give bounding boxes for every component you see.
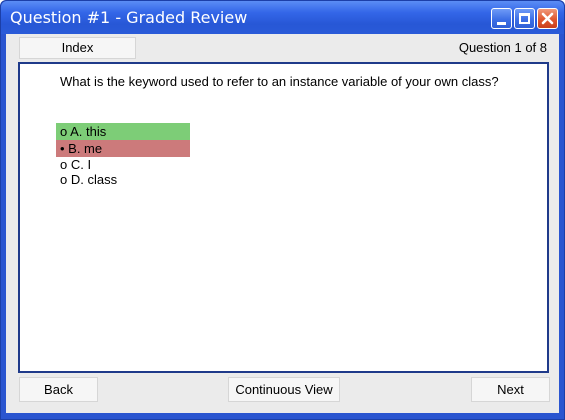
window-title: Question #1 - Graded Review xyxy=(10,8,248,27)
continuous-view-button[interactable]: Continuous View xyxy=(228,377,340,402)
title-bar[interactable]: Question #1 - Graded Review xyxy=(1,1,564,34)
next-button[interactable]: Next xyxy=(471,377,550,402)
client-area: Index Question 1 of 8 What is the keywor… xyxy=(6,34,559,413)
option-d[interactable]: o D. class xyxy=(56,171,190,188)
app-window: Question #1 - Graded Review Index Questi… xyxy=(0,0,565,420)
maximize-icon xyxy=(519,13,530,24)
close-button[interactable] xyxy=(537,8,558,29)
index-tab[interactable]: Index xyxy=(19,37,136,59)
minimize-icon xyxy=(497,22,506,25)
question-panel: What is the keyword used to refer to an … xyxy=(18,62,549,373)
question-text: What is the keyword used to refer to an … xyxy=(60,74,499,89)
question-counter: Question 1 of 8 xyxy=(458,40,547,55)
option-b[interactable]: • B. me xyxy=(56,140,190,157)
back-button[interactable]: Back xyxy=(19,377,98,402)
maximize-button[interactable] xyxy=(514,8,535,29)
close-icon xyxy=(541,12,554,25)
option-a[interactable]: o A. this xyxy=(56,123,190,140)
minimize-button[interactable] xyxy=(491,8,512,29)
